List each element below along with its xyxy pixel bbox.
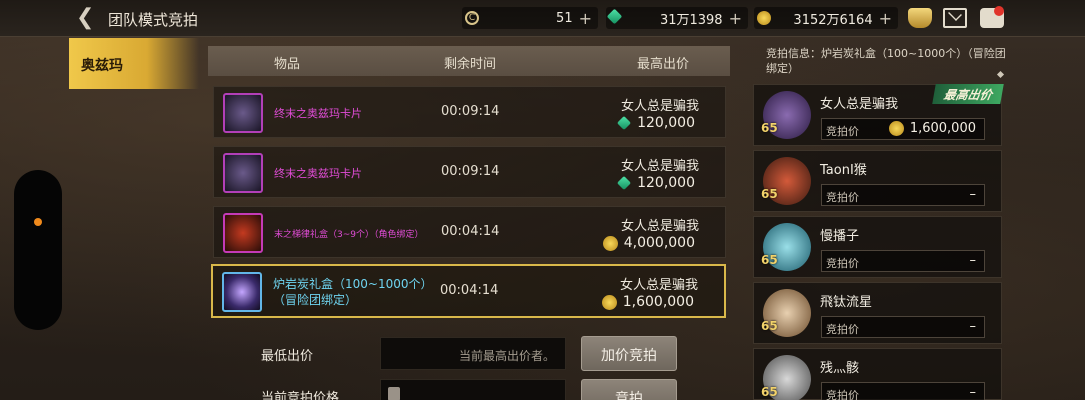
level-badge: 65 [761,385,778,399]
bid-button[interactable]: 竞拍 [581,379,677,400]
currency-gem-counter: 31万1398 + [606,7,748,29]
item-name: 炉岩炭礼盒（100~1000个） （冒险团绑定） [273,277,433,307]
bidder-card: 65 TaonI猴 竞拍价 – [753,150,1002,212]
bid-price-box: 竞拍价 – [821,316,985,338]
bidder-card: 65 慢播子 竞拍价 – [753,216,1002,278]
currency-gem-value: 31万1398 [659,12,723,28]
raise-bid-button[interactable]: 加价竞拍 [581,336,677,371]
item-name: 终末之奥兹玛卡片 [274,167,362,180]
gem-icon [617,175,632,191]
item-name: 末之梯律礼盒（3~9个）（角色绑定） [274,230,424,240]
add-gem-button[interactable]: + [729,9,742,28]
auction-row[interactable]: 终末之奥兹玛卡片 00:09:14 女人总是骗我 120,000 [213,146,726,198]
card-item-icon [223,153,263,193]
highest-bidder: 女人总是骗我 [620,99,699,114]
card-item-icon [223,93,263,133]
min-bid-label: 最低出价 [261,349,314,364]
bid-price: 120,000 [617,115,695,131]
gift-box-item-icon [223,213,263,253]
auction-row[interactable]: 终末之奥兹玛卡片 00:09:14 女人总是骗我 120,000 [213,86,726,138]
bid-price-box: 竞拍价 1,600,000 [821,118,985,140]
current-bid-field[interactable] [380,379,566,400]
bidder-card: 65 残灬骸 竞拍价 – [753,348,1002,400]
gold-coin-icon [601,294,617,310]
bid-price-box: 竞拍价 – [821,184,985,206]
gem-icon [617,115,632,131]
currency-gold-value: 3152万6164 [793,12,873,28]
current-bid-label: 当前竞拍价格 [261,391,340,400]
bidder-card: 65 飛钛流星 竞拍价 – [753,282,1002,344]
gold-coin-icon [888,121,904,136]
bid-price: 4,000,000 [602,235,695,251]
currency-coin-counter: 51 + [462,7,598,29]
auction-info: 竞拍信息：炉岩炭礼盒（100~1000个）（冒险团绑定） [766,47,1006,75]
gold-coin-icon [757,11,771,25]
orb-item-icon [222,272,262,312]
calculator-icon[interactable] [388,387,400,400]
bid-price-box: 竞拍价 – [821,382,985,400]
column-item: 物品 [274,57,301,72]
time-left: 00:04:14 [440,283,499,298]
page-title: 团队模式竞拍 [108,11,199,29]
bidder-name: TaonI猴 [820,163,867,178]
bidder-name: 女人总是骗我 [820,97,899,112]
add-gold-button[interactable]: + [879,9,892,28]
column-time-left: 剩余时间 [444,57,497,72]
highest-bidder: 女人总是骗我 [620,219,699,234]
level-badge: 65 [761,319,778,333]
mail-icon[interactable] [943,8,967,28]
time-left: 00:04:14 [441,224,500,239]
coin-icon: C [465,11,479,25]
highest-bidder: 女人总是骗我 [620,159,699,174]
bidder-name: 残灬骸 [820,361,860,376]
level-badge: 65 [761,253,778,267]
bid-price: 120,000 [617,175,695,191]
bid-price: 1,600,000 [601,294,694,310]
notification-badge [994,6,1004,16]
add-coin-button[interactable]: + [579,9,592,28]
time-left: 00:09:14 [441,164,500,179]
level-badge: 65 [761,121,778,135]
item-name: 终末之奥兹玛卡片 [274,107,362,120]
treasure-pot-icon[interactable] [908,8,932,28]
character-tab-ozma[interactable]: 奥兹玛 [69,38,199,89]
auction-table-header: 物品 剩余时间 最高出价 [208,46,730,76]
auction-row[interactable]: 末之梯律礼盒（3~9个）（角色绑定） 00:04:14 女人总是骗我 4,000… [213,206,726,258]
level-badge: 65 [761,187,778,201]
highest-bidder: 女人总是骗我 [619,278,698,293]
side-drawer-handle[interactable] [14,170,62,330]
gold-coin-icon [602,235,618,251]
time-left: 00:09:14 [441,104,500,119]
side-indicator-dot [34,218,42,226]
currency-coin-value: 51 [556,10,573,26]
back-arrow-icon[interactable]: ❮ [76,6,100,30]
bidder-name: 慢播子 [820,229,860,244]
auction-row-selected[interactable]: 炉岩炭礼盒（100~1000个） （冒险团绑定） 00:04:14 女人总是骗我… [211,264,726,318]
highest-bid-badge: 最高出价 [932,84,1004,104]
column-highest-bid: 最高出价 [637,57,690,72]
min-bid-field[interactable]: 当前最高出价者。 [380,337,566,370]
currency-gold-counter: 3152万6164 + [754,7,898,29]
bidder-name: 飛钛流星 [820,295,873,310]
bid-price-box: 竞拍价 – [821,250,985,272]
